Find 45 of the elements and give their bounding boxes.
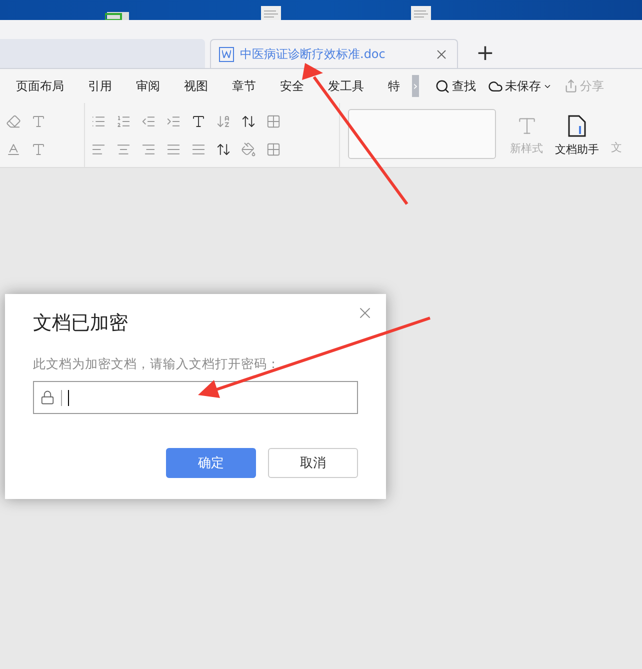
dialog-message: 此文档为加密文档，请输入文档打开密码： [33, 356, 281, 373]
ok-button[interactable]: 确定 [166, 448, 256, 478]
menu-tab[interactable]: 审阅 [124, 78, 172, 94]
style-gallery[interactable] [348, 109, 496, 159]
menu-tab[interactable]: 章节 [220, 78, 268, 94]
eraser-icon[interactable] [6, 114, 21, 128]
numbered-list-icon[interactable] [116, 114, 131, 128]
save-status-button[interactable]: 未保存 [488, 78, 552, 94]
justify-icon[interactable] [166, 142, 181, 156]
word-icon [219, 46, 234, 62]
indent-icon[interactable] [166, 114, 181, 128]
align-right-icon[interactable] [141, 142, 156, 156]
document-tab[interactable]: 中医病证诊断疗效标准.doc [210, 39, 458, 68]
menu-tab[interactable]: 视图 [172, 78, 220, 94]
document-icon[interactable] [261, 6, 281, 20]
lock-icon [40, 390, 55, 405]
menu-tab[interactable]: 引用 [76, 78, 124, 94]
text-color-icon[interactable] [6, 142, 21, 156]
document-wrench-icon [567, 114, 587, 138]
menu-tab[interactable]: 安全 [268, 78, 316, 94]
align-left-icon[interactable] [91, 142, 106, 156]
dialog-title: 文档已加密 [33, 311, 129, 336]
line-spacing-icon[interactable] [216, 142, 231, 156]
sort-icon[interactable] [216, 114, 231, 128]
font-size-icon[interactable] [191, 114, 206, 128]
table-icon[interactable] [266, 114, 281, 128]
search-button[interactable]: 查找 [434, 78, 476, 94]
share-icon [564, 79, 578, 93]
toolbar-label: 文 [610, 140, 623, 156]
spacing-icon[interactable] [241, 114, 256, 128]
assistant-button[interactable]: 文档助手 [549, 103, 605, 167]
menu-tab[interactable]: 特 [376, 78, 412, 94]
align-center-icon[interactable] [116, 142, 131, 156]
shading-icon[interactable] [241, 142, 256, 156]
menu-tab[interactable]: 发工具 [316, 78, 376, 94]
new-tab-button[interactable]: + [472, 41, 498, 66]
cancel-button[interactable]: 取消 [268, 448, 358, 478]
menu-tab[interactable]: 页面布局 [4, 78, 76, 94]
border-icon[interactable] [266, 142, 281, 156]
password-field[interactable] [33, 381, 358, 414]
document-icon[interactable] [411, 6, 431, 20]
outdent-icon[interactable] [141, 114, 156, 128]
cloud-icon [488, 78, 503, 94]
search-icon [434, 78, 450, 94]
font-icon[interactable] [31, 114, 46, 128]
